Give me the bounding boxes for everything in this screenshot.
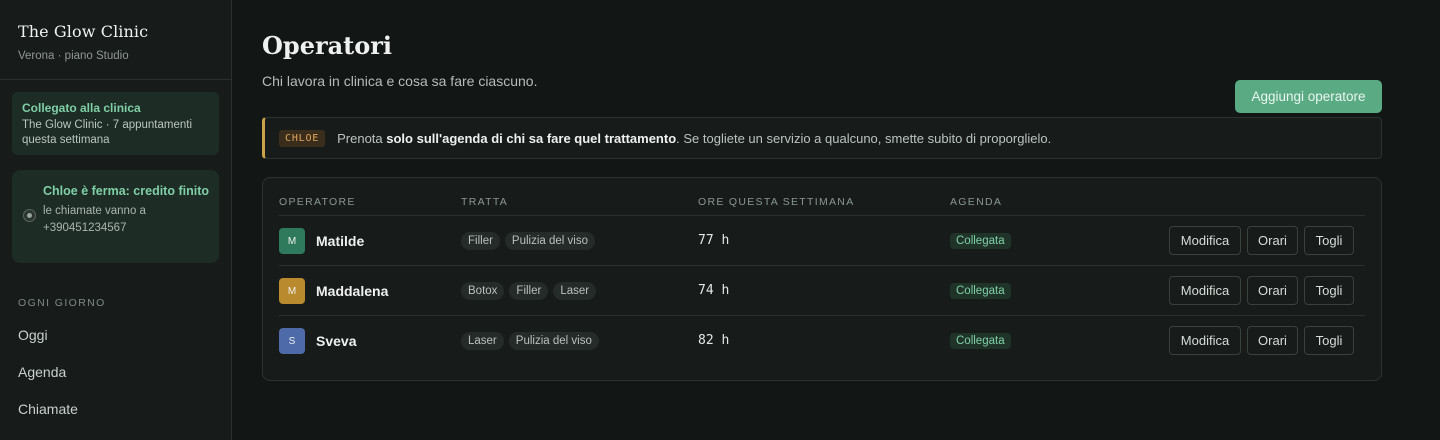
avatar: M	[279, 278, 305, 304]
edit-button[interactable]: Modifica	[1169, 326, 1241, 355]
treatment-chip: Pulizia del viso	[504, 232, 595, 250]
sidebar-item-chiamate[interactable]: Chiamate	[18, 401, 78, 417]
clinic-connected-card: Collegato alla clinica The Glow Clinic ·…	[12, 92, 219, 155]
chloe-notice: CHLOE Prenota solo sull'agenda di chi sa…	[262, 117, 1382, 159]
hours-value: 82 h	[698, 333, 730, 348]
remove-button[interactable]: Togli	[1304, 226, 1354, 255]
hours-button[interactable]: Orari	[1247, 326, 1298, 355]
notice-suffix: . Se togliete un servizio a qualcuno, sm…	[676, 130, 1052, 146]
treatment-chip: Laser	[553, 282, 597, 300]
treatment-chips: Filler Pulizia del viso	[461, 232, 595, 250]
hours-button[interactable]: Orari	[1247, 276, 1298, 305]
remove-button[interactable]: Togli	[1304, 326, 1354, 355]
page-title: Operatori	[262, 31, 393, 60]
operator-name: Maddalena	[316, 283, 389, 299]
treatment-chips: Laser Pulizia del viso	[461, 332, 599, 350]
avatar: M	[279, 228, 305, 254]
nav-section-label: OGNI GIORNO	[18, 297, 106, 309]
add-operator-button[interactable]: Aggiungi operatore	[1235, 80, 1382, 113]
connected-text: The Glow Clinic · 7 appuntamenti questa …	[22, 119, 193, 146]
sidebar: The Glow Clinic Verona · piano Studio Co…	[0, 0, 232, 440]
remove-button[interactable]: Togli	[1304, 276, 1354, 305]
brand: The Glow Clinic Verona · piano Studio	[0, 0, 231, 80]
brand-name: The Glow Clinic	[18, 22, 149, 41]
table-row: S Sveva Laser Pulizia del viso 82 h Coll…	[279, 315, 1365, 365]
edit-button[interactable]: Modifica	[1169, 226, 1241, 255]
agenda-status-badge: Collegata	[950, 283, 1011, 299]
header-ore: ORE QUESTA SETTIMANA	[698, 196, 855, 208]
notice-prefix: Prenota	[337, 130, 387, 146]
treatment-chip: Filler	[461, 232, 500, 250]
hours-button[interactable]: Orari	[1247, 226, 1298, 255]
notice-tag: CHLOE	[279, 129, 326, 147]
treatment-chip: Pulizia del viso	[508, 332, 599, 350]
row-actions: Modifica Orari Togli	[1169, 326, 1354, 355]
sidebar-item-agenda[interactable]: Agenda	[18, 364, 66, 380]
stopped-text: le chiamate vanno a +390451234567	[43, 205, 146, 234]
row-actions: Modifica Orari Togli	[1169, 226, 1354, 255]
operator-name: Matilde	[316, 233, 365, 249]
hours-value: 77 h	[698, 233, 730, 248]
chloe-status-card[interactable]: Chloe è ferma: credito finito le chiamat…	[12, 170, 219, 263]
table-row: M Maddalena Botox Filler Laser 74 h Coll…	[279, 265, 1365, 315]
sidebar-item-oggi[interactable]: Oggi	[18, 327, 48, 343]
table-row: M Matilde Filler Pulizia del viso 77 h C…	[279, 215, 1365, 265]
header-operatore: OPERATORE	[279, 196, 356, 208]
notice-bold: solo sull'agenda di chi sa fare quel tra…	[386, 130, 677, 146]
status-radio-icon[interactable]	[23, 209, 36, 222]
brand-subtitle: Verona · piano Studio	[18, 50, 129, 62]
treatment-chips: Botox Filler Laser	[461, 282, 597, 300]
notice-text: Prenota solo sull'agenda di chi sa fare …	[337, 131, 1051, 146]
row-actions: Modifica Orari Togli	[1169, 276, 1354, 305]
page-subtitle: Chi lavora in clinica e cosa sa fare cia…	[262, 73, 538, 89]
edit-button[interactable]: Modifica	[1169, 276, 1241, 305]
header-agenda: AGENDA	[950, 196, 1003, 208]
header-tratta: TRATTA	[461, 196, 509, 208]
agenda-status-badge: Collegata	[950, 333, 1011, 349]
treatment-chip: Botox	[461, 282, 505, 300]
treatment-chip: Laser	[461, 332, 504, 350]
agenda-status-badge: Collegata	[950, 233, 1011, 249]
hours-value: 74 h	[698, 283, 730, 298]
operators-table: OPERATORE TRATTA ORE QUESTA SETTIMANA AG…	[262, 177, 1382, 381]
avatar: S	[279, 328, 305, 354]
stopped-title: Chloe è ferma: credito finito	[43, 184, 209, 198]
operator-name: Sveva	[316, 333, 357, 349]
treatment-chip: Filler	[509, 282, 549, 300]
connected-title: Collegato alla clinica	[22, 101, 141, 115]
